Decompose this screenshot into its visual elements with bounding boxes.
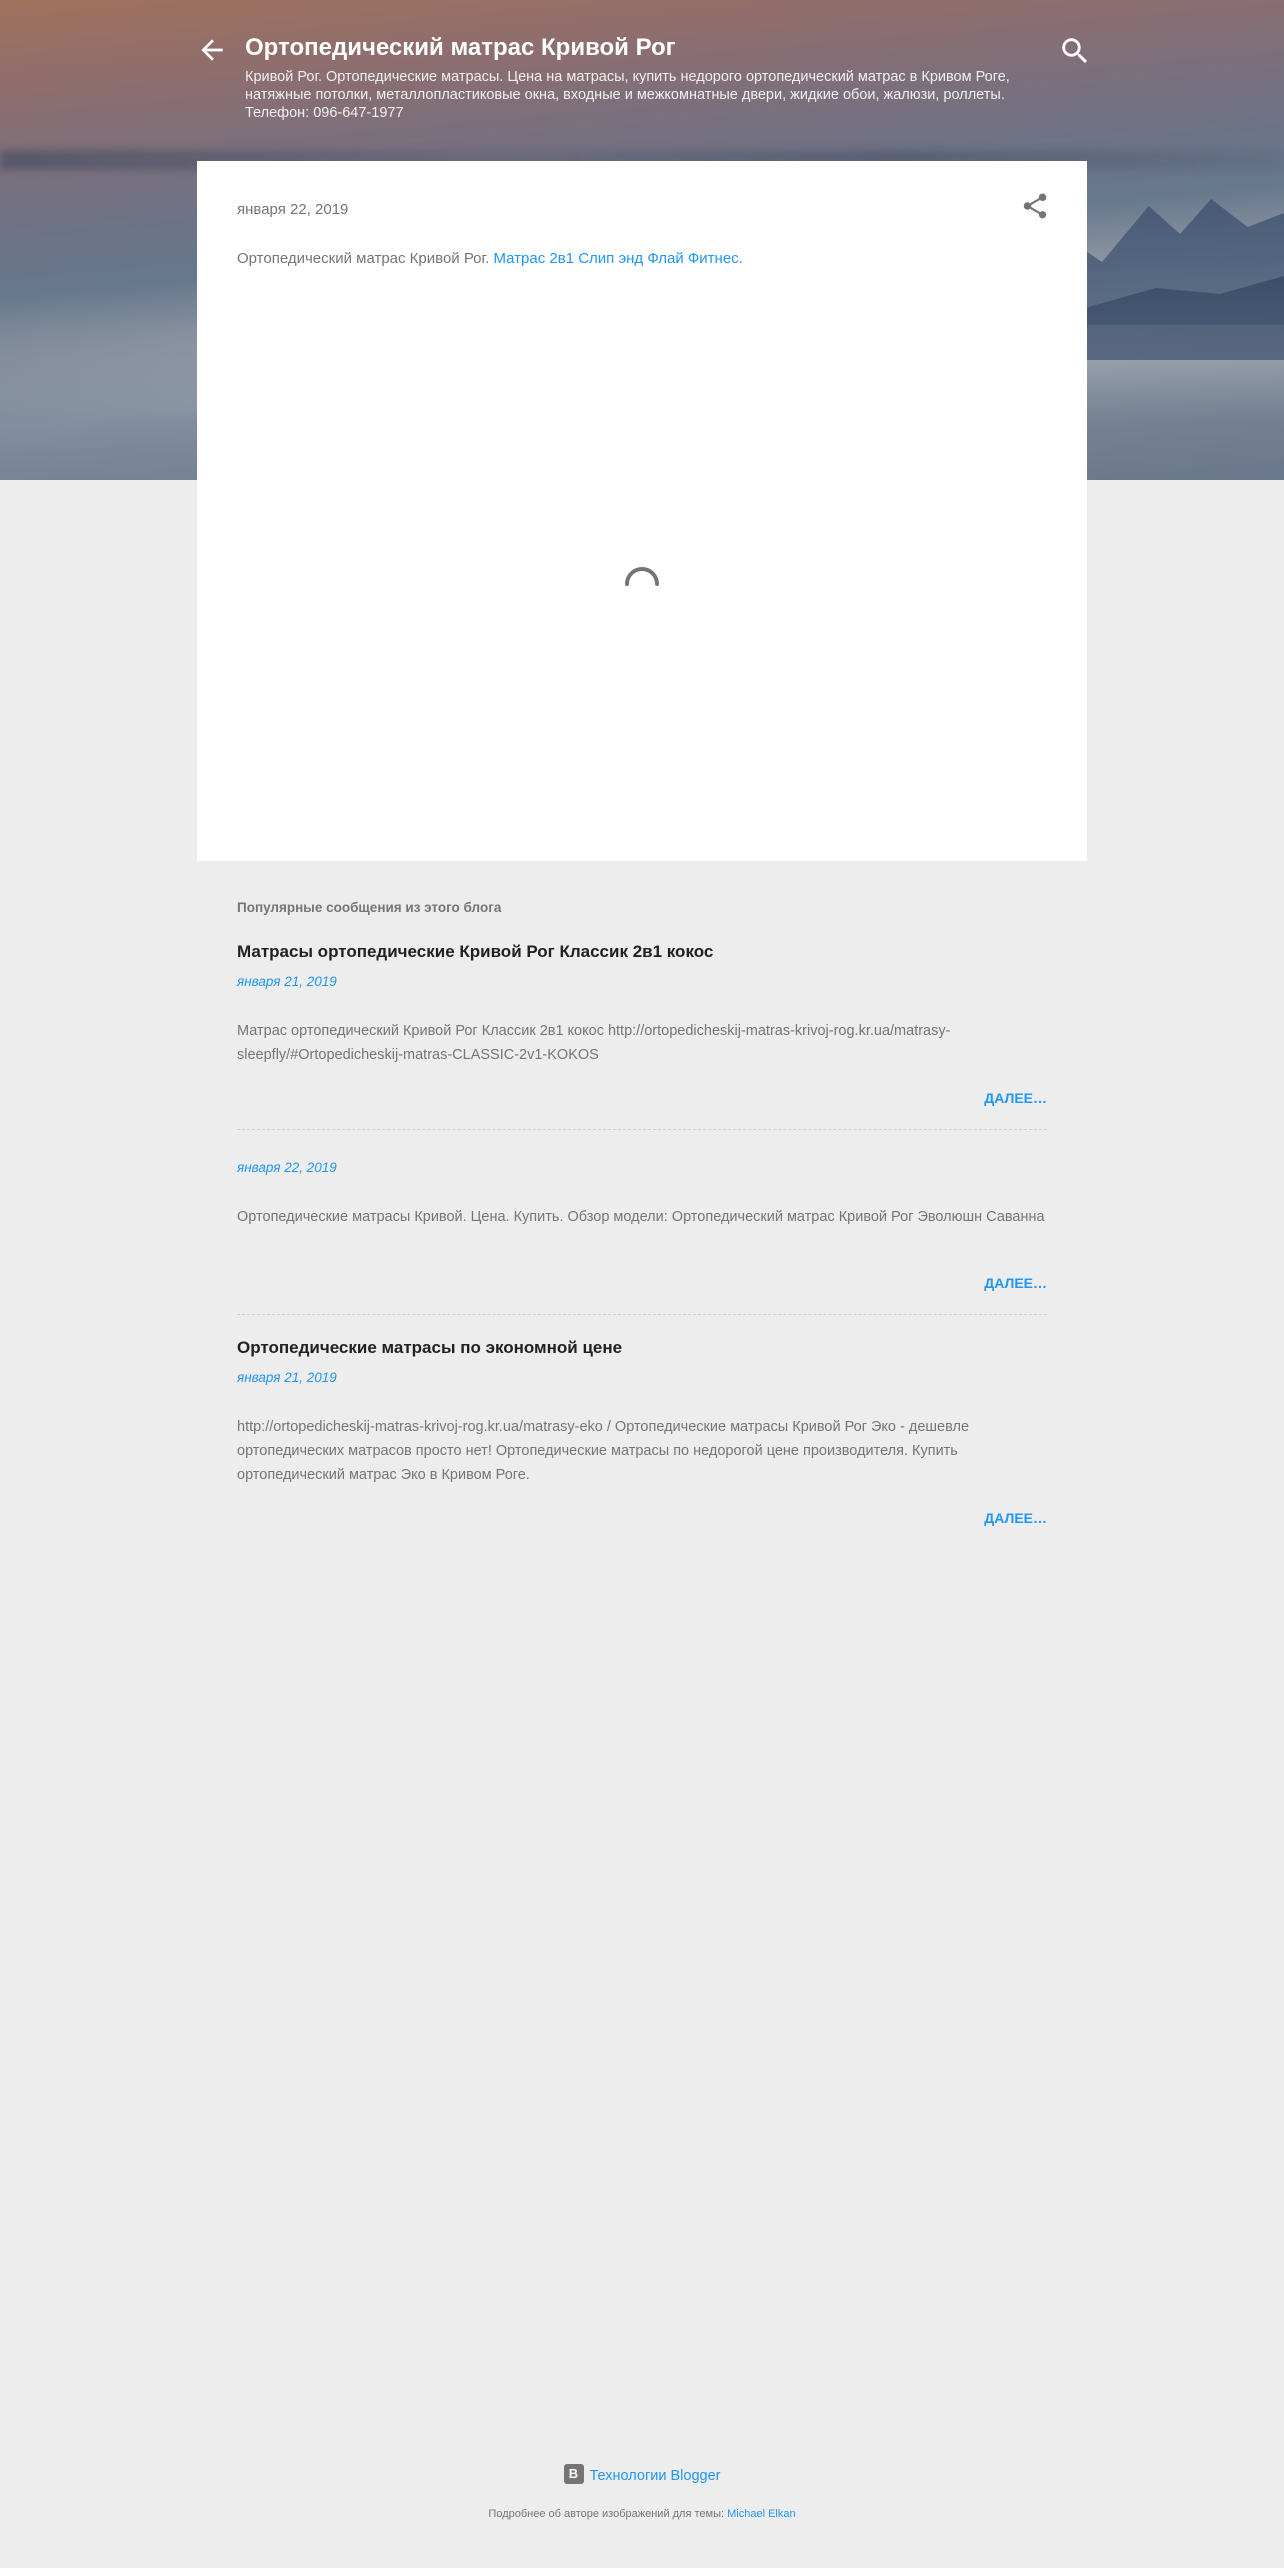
share-button[interactable] [1020, 191, 1050, 221]
credit-text: Подробнее об авторе изображений для темы… [488, 2508, 728, 2520]
credit-link[interactable]: Michael Elkan [727, 2508, 795, 2520]
post-card: января 22, 2019 Ортопедический матрас Кр… [197, 161, 1087, 861]
divider [237, 1129, 1047, 1130]
image-credit: Подробнее об авторе изображений для темы… [0, 2508, 1284, 2520]
popular-post: января 22, 2019 Ортопедические матрасы К… [237, 1158, 1047, 1318]
spinner-icon [625, 567, 659, 586]
blog-title[interactable]: Ортопедический матрас Кривой Рог [245, 32, 1065, 64]
divider [237, 1314, 1047, 1315]
arrow-back-icon [201, 39, 223, 61]
powered-by-blogger[interactable]: Технологии Blogger [0, 2464, 1284, 2484]
popular-post-snippet: Ортопедические матрасы Кривой. Цена. Куп… [237, 1209, 1045, 1225]
back-button[interactable] [196, 34, 228, 66]
read-more-link[interactable]: Далее… [984, 1090, 1047, 1106]
popular-post-date[interactable]: января 21, 2019 [237, 1368, 1047, 1388]
blog-description: Кривой Рог. Ортопедические матрасы. Цена… [245, 69, 1010, 121]
search-button[interactable] [1058, 34, 1092, 68]
loading-spinner [621, 563, 663, 605]
blogger-label[interactable]: Технологии Blogger [590, 2468, 721, 2484]
read-more-link[interactable]: Далее… [984, 1275, 1047, 1291]
read-more-link[interactable]: Далее… [984, 1510, 1047, 1526]
popular-post-snippet: Матрас ортопедический Кривой Рог Классик… [237, 1023, 951, 1063]
search-icon [1062, 38, 1088, 64]
popular-post-date[interactable]: января 22, 2019 [237, 1158, 1047, 1178]
post-body: Ортопедический матрас Кривой Рог. Матрас… [237, 248, 1037, 270]
popular-post-snippet: http://ortopedicheskij-matras-krivoj-rog… [237, 1419, 970, 1483]
popular-post-title[interactable]: Ортопедические матрасы по экономной цене [237, 1336, 1047, 1360]
popular-post: Ортопедические матрасы по экономной цене… [237, 1336, 1047, 1536]
share-icon [1023, 193, 1047, 219]
popular-post-date[interactable]: января 21, 2019 [237, 972, 1047, 992]
post-date[interactable]: января 22, 2019 [237, 201, 348, 218]
post-body-text: Ортопедический матрас Кривой Рог. [237, 250, 494, 267]
post-body-link[interactable]: Матрас 2в1 Слип энд Флай Фитнес. [494, 250, 743, 267]
blogger-icon [563, 2464, 584, 2484]
popular-posts-heading: Популярные сообщения из этого блога [237, 900, 502, 915]
popular-post-title[interactable]: Матрасы ортопедические Кривой Рог Класси… [237, 940, 1047, 964]
popular-post: Матрасы ортопедические Кривой Рог Класси… [237, 940, 1047, 1130]
